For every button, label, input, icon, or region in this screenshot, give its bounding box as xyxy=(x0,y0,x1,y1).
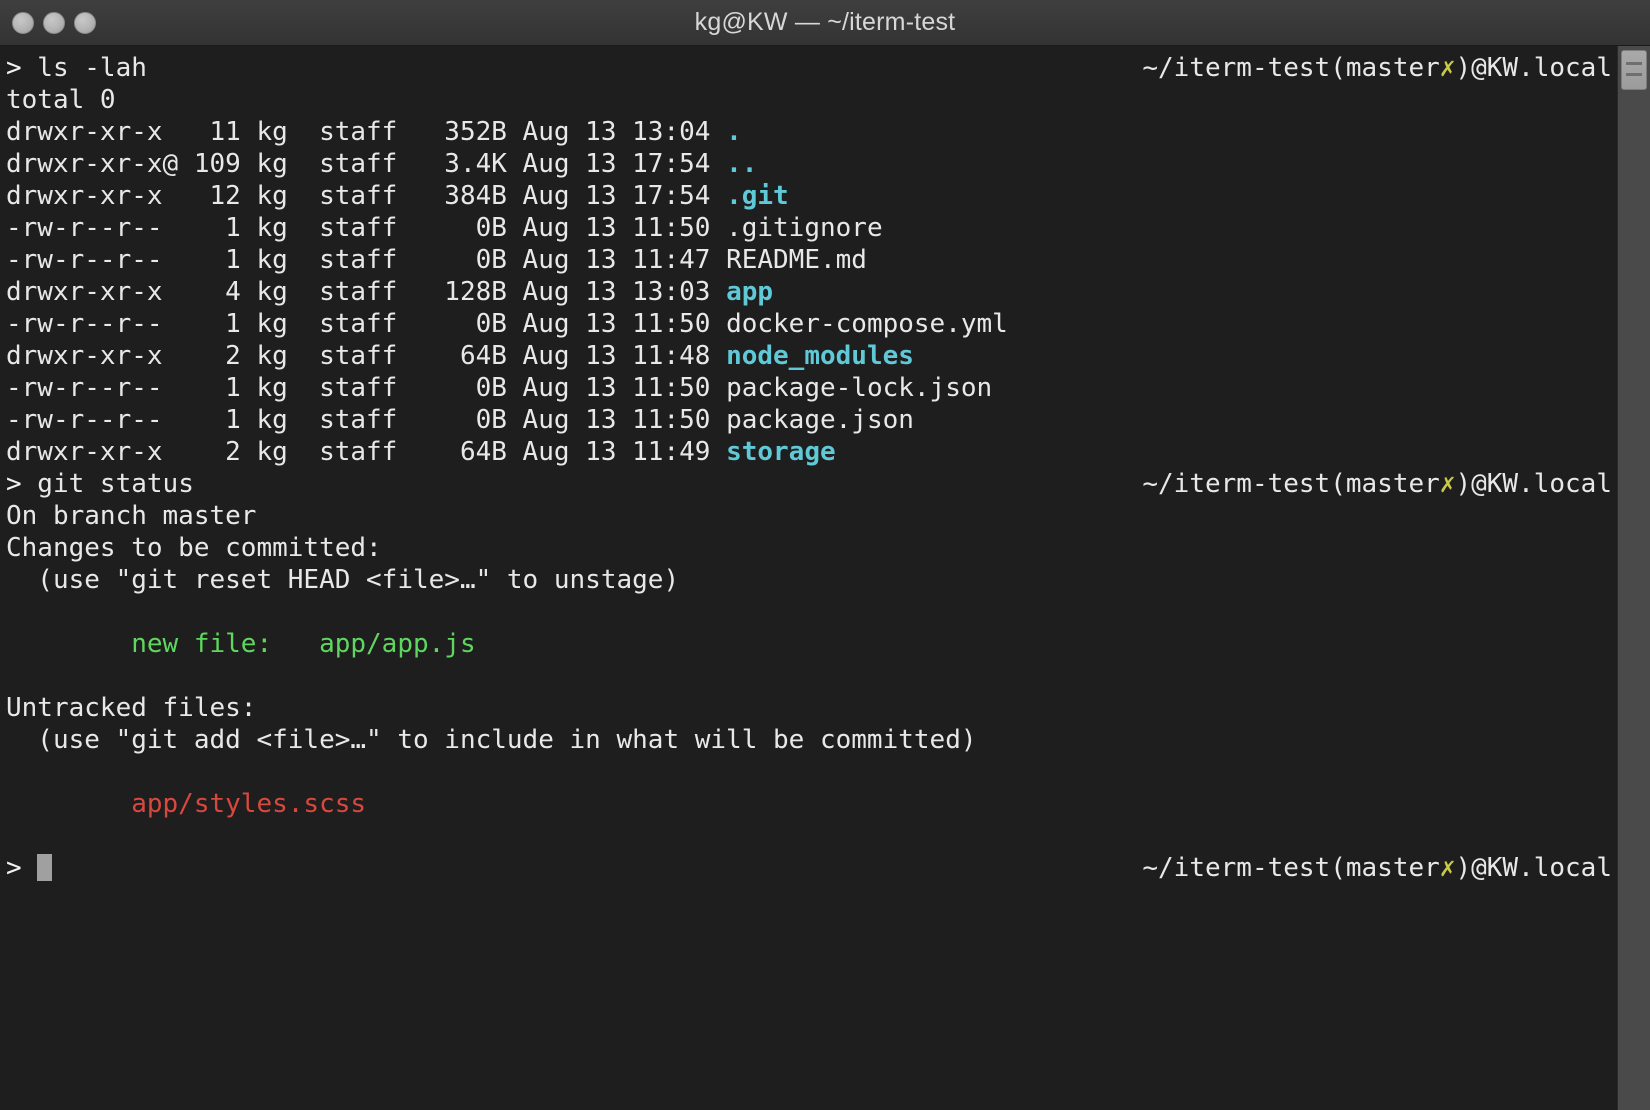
right-prompt: ~/iterm-test(master✗)@KW.local xyxy=(1142,52,1612,84)
file-meta: drwxr-xr-x@ 109 kg staff 3.4K Aug 13 17:… xyxy=(6,149,727,179)
terminal-line: total 0 xyxy=(6,84,1618,116)
prompt-symbol: > xyxy=(6,53,22,83)
right-prompt-host: )@KW.local xyxy=(1455,469,1612,499)
command-text xyxy=(22,853,38,883)
file-meta: drwxr-xr-x 4 kg staff 128B Aug 13 13:03 xyxy=(6,277,727,307)
terminal-screen[interactable]: > ls -lah ~/iterm-test(master✗)@KW.local t… xyxy=(0,46,1618,1110)
file-meta: drwxr-xr-x 11 kg staff 352B Aug 13 13:04 xyxy=(6,117,727,147)
right-prompt-host: )@KW.local xyxy=(1455,853,1612,883)
output-text: Untracked files: xyxy=(6,693,257,723)
terminal-line: new file: app/app.js xyxy=(6,628,1618,660)
terminal-line: > git status ~/iterm-test(master✗)@KW.loc… xyxy=(6,468,1618,500)
file-meta: -rw-r--r-- 1 kg staff 0B Aug 13 11:50 xyxy=(6,309,727,339)
close-button[interactable] xyxy=(12,11,34,34)
terminal-line: > ls -lah ~/iterm-test(master✗)@KW.local xyxy=(6,52,1618,84)
terminal-line: drwxr-xr-x 2 kg staff 64B Aug 13 11:49 s… xyxy=(6,436,1618,468)
terminal-line: -rw-r--r-- 1 kg staff 0B Aug 13 11:50 .g… xyxy=(6,212,1618,244)
file-meta: -rw-r--r-- 1 kg staff 0B Aug 13 11:50 xyxy=(6,373,727,403)
file-name: .. xyxy=(726,149,758,179)
minimize-button[interactable] xyxy=(43,11,65,34)
dirty-branch-icon: ✗ xyxy=(1439,53,1456,83)
file-name: .gitignore xyxy=(726,213,883,243)
file-name: docker-compose.yml xyxy=(726,309,1008,339)
right-prompt: ~/iterm-test(master✗)@KW.local xyxy=(1142,852,1612,884)
output-text: (use "git add <file>…" to include in wha… xyxy=(6,725,977,755)
terminal-line: -rw-r--r-- 1 kg staff 0B Aug 13 11:50 pa… xyxy=(6,404,1618,436)
output-text: new file: app/app.js xyxy=(6,629,476,659)
output-text: app/styles.scss xyxy=(6,789,367,819)
file-name: package-lock.json xyxy=(726,373,993,403)
file-name: . xyxy=(726,117,742,147)
terminal-line: -rw-r--r-- 1 kg staff 0B Aug 13 11:50 do… xyxy=(6,308,1618,340)
prompt-symbol: > xyxy=(6,853,22,883)
terminal-line: On branch master xyxy=(6,500,1618,532)
terminal-line: drwxr-xr-x@ 109 kg staff 3.4K Aug 13 17:… xyxy=(6,148,1618,180)
output-text: On branch master xyxy=(6,501,257,531)
scrollbar-thumb[interactable] xyxy=(1621,50,1647,90)
zoom-button[interactable] xyxy=(74,11,96,34)
terminal-line: (use "git reset HEAD <file>…" to unstage… xyxy=(6,564,1618,596)
terminal-line: Changes to be committed: xyxy=(6,532,1618,564)
terminal-line: -rw-r--r-- 1 kg staff 0B Aug 13 11:50 pa… xyxy=(6,372,1618,404)
command-text: ls -lah xyxy=(21,53,147,83)
right-prompt-path: ~/iterm-test(master xyxy=(1142,853,1440,883)
vertical-scrollbar[interactable] xyxy=(1617,46,1650,1110)
terminal-line: -rw-r--r-- 1 kg staff 0B Aug 13 11:47 RE… xyxy=(6,244,1618,276)
terminal-line: app/styles.scss xyxy=(6,788,1618,820)
terminal-line: drwxr-xr-x 4 kg staff 128B Aug 13 13:03 … xyxy=(6,276,1618,308)
window-titlebar[interactable]: kg@KW — ~/iterm-test xyxy=(0,0,1650,46)
prompt-symbol: > xyxy=(6,469,22,499)
terminal-line: (use "git add <file>…" to include in wha… xyxy=(6,724,1618,756)
terminal-line: drwxr-xr-x 12 kg staff 384B Aug 13 17:54… xyxy=(6,180,1618,212)
file-name: .git xyxy=(726,181,789,211)
file-name: storage xyxy=(726,437,836,467)
right-prompt-host: )@KW.local xyxy=(1455,53,1612,83)
file-meta: drwxr-xr-x 2 kg staff 64B Aug 13 11:49 xyxy=(6,437,727,467)
file-meta: drwxr-xr-x 2 kg staff 64B Aug 13 11:48 xyxy=(6,341,727,371)
file-name: README.md xyxy=(726,245,867,275)
terminal-line: drwxr-xr-x 2 kg staff 64B Aug 13 11:48 n… xyxy=(6,340,1618,372)
file-name: node_modules xyxy=(726,341,914,371)
terminal-line: drwxr-xr-x 11 kg staff 352B Aug 13 13:04… xyxy=(6,116,1618,148)
file-name: package.json xyxy=(726,405,914,435)
output-text: total 0 xyxy=(6,85,116,115)
terminal-line: > ~/iterm-test(master✗)@KW.local xyxy=(6,852,1618,884)
terminal-body[interactable]: > ls -lah ~/iterm-test(master✗)@KW.local t… xyxy=(0,46,1650,1110)
output-text: Changes to be committed: xyxy=(6,533,382,563)
file-meta: -rw-r--r-- 1 kg staff 0B Aug 13 11:47 xyxy=(6,245,727,275)
window-title: kg@KW — ~/iterm-test xyxy=(694,8,956,36)
file-name: app xyxy=(726,277,774,307)
right-prompt: ~/iterm-test(master✗)@KW.local xyxy=(1142,468,1612,500)
command-text: git status xyxy=(21,469,194,499)
dirty-branch-icon: ✗ xyxy=(1439,853,1456,883)
text-cursor xyxy=(37,854,53,881)
file-meta: -rw-r--r-- 1 kg staff 0B Aug 13 11:50 xyxy=(6,213,727,243)
file-meta: -rw-r--r-- 1 kg staff 0B Aug 13 11:50 xyxy=(6,405,727,435)
dirty-branch-icon: ✗ xyxy=(1439,469,1456,499)
file-meta: drwxr-xr-x 12 kg staff 384B Aug 13 17:54 xyxy=(6,181,727,211)
right-prompt-path: ~/iterm-test(master xyxy=(1142,53,1440,83)
right-prompt-path: ~/iterm-test(master xyxy=(1142,469,1440,499)
output-text: (use "git reset HEAD <file>…" to unstage… xyxy=(6,565,680,595)
terminal-window: kg@KW — ~/iterm-test > ls -lah ~/iterm-te… xyxy=(0,0,1650,1110)
terminal-line: Untracked files: xyxy=(6,692,1618,724)
traffic-light-group xyxy=(12,0,96,45)
